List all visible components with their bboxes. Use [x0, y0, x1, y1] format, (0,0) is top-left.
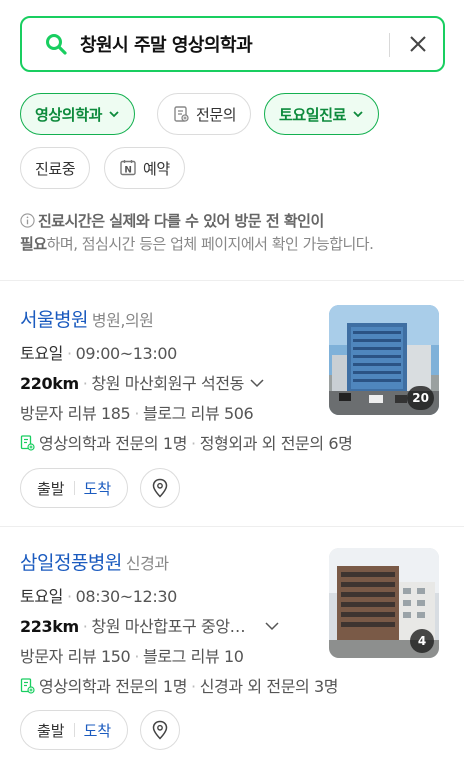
search-bar[interactable]: 창원시 주말 영상의학과 — [20, 16, 445, 72]
chevron-down-icon[interactable] — [250, 378, 264, 388]
bullet: · — [191, 677, 196, 696]
result-card[interactable]: 삼일정풍병원 신경과 토요일 · 08:30~12:30 223km · 창원 마산합포구… — [0, 548, 464, 765]
place-category: 신경과 — [125, 554, 169, 573]
place-name-text[interactable]: 삼일정풍병원 — [20, 552, 122, 574]
filter-specialist[interactable]: 전문의 — [157, 93, 252, 135]
distance: 220km — [20, 374, 79, 393]
specialists-main: 영상의학과 전문의 1명 — [39, 434, 188, 453]
place-name[interactable]: 서울병원 병원,의원 — [20, 305, 154, 332]
chevron-down-icon — [353, 111, 363, 118]
search-icon — [46, 34, 67, 55]
close-icon[interactable] — [406, 32, 430, 56]
map-pin-button[interactable] — [140, 710, 180, 750]
arrive-button[interactable]: 도착 — [84, 478, 112, 499]
route-divider — [73, 723, 75, 737]
hours-notice: 진료시간은 실제와 다를 수 있어 방문 전 확인이필요하며, 점심시간 등은 … — [20, 210, 450, 256]
address-line[interactable]: 223km · 창원 마산합포구 중앙… — [20, 613, 279, 637]
place-photo[interactable]: 4 — [329, 548, 439, 658]
bullet: · — [66, 344, 72, 363]
notice-bold: 진료시간은 실제와 다를 수 있어 방문 전 확인이 — [38, 212, 324, 230]
bullet: · — [134, 404, 139, 423]
doctor-doc-icon — [174, 106, 189, 122]
search-divider — [389, 33, 390, 57]
place-category: 병원,의원 — [91, 311, 154, 330]
bullet: · — [66, 587, 72, 606]
photo-count-badge: 4 — [410, 629, 434, 653]
filter-open-now[interactable]: 진료중 — [20, 147, 91, 189]
chevron-down-icon[interactable] — [265, 621, 279, 631]
hours-line: 토요일 · 09:00~13:00 — [20, 340, 177, 364]
address-line[interactable]: 220km · 창원 마산회원구 석전동 — [20, 370, 264, 394]
filter-saturday-label: 토요일진료 — [279, 105, 347, 124]
reviews-line: 방문자 리뷰 150 · 블로그 리뷰 10 — [20, 643, 244, 667]
map-pin-icon — [152, 720, 168, 740]
specialists-other: 정형외과 외 전문의 6명 — [199, 434, 353, 453]
place-photo[interactable]: 20 — [329, 305, 439, 415]
divider — [0, 280, 464, 281]
depart-button[interactable]: 출발 — [37, 720, 65, 741]
reviews-line: 방문자 리뷰 185 · 블로그 리뷰 506 — [20, 400, 254, 424]
filter-radiology-label: 영상의학과 — [35, 105, 103, 124]
bullet: · — [82, 617, 88, 636]
hours-line: 토요일 · 08:30~12:30 — [20, 583, 177, 607]
result-card[interactable]: 서울병원 병원,의원 토요일 · 09:00~13:00 220km · 창원 마산회원구… — [0, 305, 464, 545]
specialists-line: 영상의학과 전문의 1명 · 신경과 외 전문의 3명 — [20, 673, 339, 697]
open-day: 토요일 — [20, 587, 63, 606]
filter-reservation[interactable]: N 예약 — [104, 147, 185, 189]
route-divider — [73, 481, 75, 495]
arrive-button[interactable]: 도착 — [84, 720, 112, 741]
depart-button[interactable]: 출발 — [37, 478, 65, 499]
svg-text:N: N — [124, 166, 131, 176]
specialists-main: 영상의학과 전문의 1명 — [39, 677, 188, 696]
doctor-doc-icon — [20, 678, 35, 694]
divider — [0, 526, 464, 527]
place-name-text[interactable]: 서울병원 — [20, 309, 88, 331]
doctor-doc-icon — [20, 435, 35, 451]
open-hours: 08:30~12:30 — [75, 587, 178, 606]
blog-reviews[interactable]: 블로그 리뷰 506 — [143, 404, 254, 423]
photo-count-badge: 20 — [407, 386, 434, 410]
notice-text: 하며, 점심시간 등은 업체 페이지에서 확인 가능합니다. — [46, 235, 374, 253]
route-buttons[interactable]: 출발 도착 — [20, 468, 129, 508]
open-hours: 09:00~13:00 — [75, 344, 178, 363]
specialists-other: 신경과 외 전문의 3명 — [199, 677, 339, 696]
address: 창원 마산합포구 중앙… — [91, 617, 246, 636]
open-day: 토요일 — [20, 344, 63, 363]
route-buttons[interactable]: 출발 도착 — [20, 710, 129, 750]
search-input[interactable]: 창원시 주말 영상의학과 — [80, 31, 253, 57]
notice-bold-2: 필요 — [20, 235, 47, 253]
distance: 223km — [20, 617, 79, 636]
info-icon — [20, 213, 35, 228]
specialists-line: 영상의학과 전문의 1명 · 정형외과 외 전문의 6명 — [20, 430, 353, 454]
visitor-reviews[interactable]: 방문자 리뷰 185 — [20, 404, 131, 423]
filter-saturday[interactable]: 토요일진료 — [264, 93, 380, 135]
address: 창원 마산회원구 석전동 — [91, 374, 244, 393]
map-pin-icon — [152, 478, 168, 498]
place-name[interactable]: 삼일정풍병원 신경과 — [20, 548, 169, 575]
bullet: · — [82, 374, 88, 393]
filter-specialist-label: 전문의 — [196, 105, 237, 124]
map-pin-button[interactable] — [140, 468, 180, 508]
bullet: · — [134, 647, 139, 666]
visitor-reviews[interactable]: 방문자 리뷰 150 — [20, 647, 131, 666]
filter-open-now-label: 진료중 — [35, 159, 76, 178]
bullet: · — [191, 434, 196, 453]
blog-reviews[interactable]: 블로그 리뷰 10 — [143, 647, 244, 666]
filter-reservation-label: 예약 — [143, 159, 170, 178]
chevron-down-icon — [109, 111, 119, 118]
naver-n-icon: N — [120, 160, 136, 176]
filter-radiology[interactable]: 영상의학과 — [20, 93, 136, 135]
